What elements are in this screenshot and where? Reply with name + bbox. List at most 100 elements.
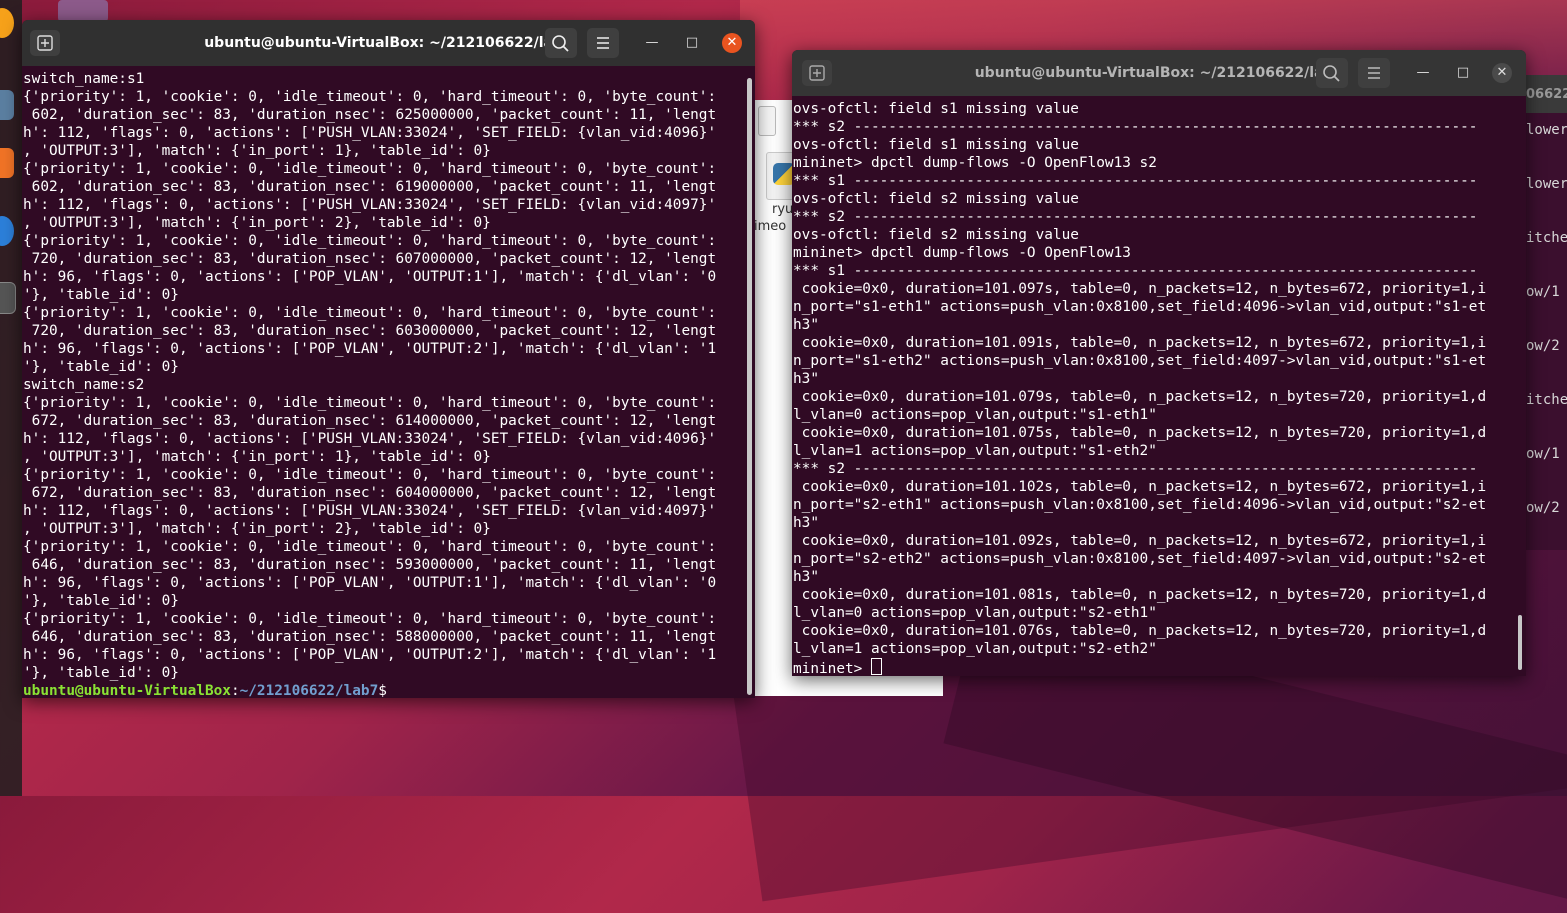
- background-text: itche: [1526, 392, 1567, 408]
- minimize-icon: —: [1416, 65, 1430, 80]
- minimize-button[interactable]: —: [1413, 63, 1433, 83]
- output-line: h': 96, 'flags': 0, 'actions': ['POP_VLA…: [23, 647, 717, 663]
- output-line: *** s2 ---------------------------------…: [793, 209, 1478, 225]
- output-line: 646, 'duration_sec': 83, 'duration_nsec'…: [23, 629, 717, 645]
- file-label[interactable]: imeo: [754, 219, 786, 234]
- scrollbar[interactable]: [747, 78, 752, 695]
- maximize-button[interactable]: □: [1453, 63, 1473, 83]
- output-line: {'priority': 1, 'cookie': 0, 'idle_timeo…: [23, 89, 717, 105]
- output-line: cookie=0x0, duration=101.076s, table=0, …: [793, 623, 1487, 639]
- terminal-output[interactable]: ovs-ofctl: field s1 missing value *** s2…: [792, 96, 1526, 676]
- text-cursor: [870, 658, 882, 675]
- output-line: cookie=0x0, duration=101.091s, table=0, …: [793, 335, 1487, 351]
- search-icon: [552, 35, 569, 52]
- file-label[interactable]: ryu: [772, 202, 793, 217]
- help-icon[interactable]: [0, 216, 14, 246]
- output-line: ovs-ofctl: field s2 missing value: [793, 227, 1079, 243]
- output-line: 672, 'duration_sec': 83, 'duration_nsec'…: [23, 413, 717, 429]
- minimize-button[interactable]: —: [642, 33, 662, 53]
- terminal-text: ovs-ofctl: field s1 missing value *** s2…: [792, 96, 1526, 676]
- output-line: {'priority': 1, 'cookie': 0, 'idle_timeo…: [23, 305, 717, 321]
- output-line: , 'OUTPUT:3'], 'match': {'in_port': 1}, …: [23, 143, 491, 159]
- output-line: {'priority': 1, 'cookie': 0, 'idle_timeo…: [23, 233, 717, 249]
- maximize-button[interactable]: □: [682, 33, 702, 53]
- files-icon[interactable]: [0, 90, 14, 120]
- output-line: ovs-ofctl: field s1 missing value: [793, 101, 1079, 117]
- terminal-text: switch_name:s1 {'priority': 1, 'cookie':…: [22, 66, 755, 698]
- minimize-icon: —: [645, 35, 659, 50]
- background-text: itche: [1526, 230, 1567, 246]
- output-line: l_vlan=1 actions=pop_vlan,output:"s2-eth…: [793, 641, 1157, 657]
- output-line: {'priority': 1, 'cookie': 0, 'idle_timeo…: [23, 611, 717, 627]
- terminal-titlebar[interactable]: ubuntu@ubuntu-VirtualBox: ~/212106622/la…: [22, 20, 755, 66]
- output-line: '}, 'table_id': 0}: [23, 359, 179, 375]
- output-line: {'priority': 1, 'cookie': 0, 'idle_timeo…: [23, 395, 717, 411]
- prompt-user: ubuntu@ubuntu-VirtualBox: [23, 683, 231, 698]
- output-line: '}, 'table_id': 0}: [23, 665, 179, 681]
- output-line: *** s2 ---------------------------------…: [793, 119, 1478, 135]
- output-line: cookie=0x0, duration=101.102s, table=0, …: [793, 479, 1487, 495]
- output-line: {'priority': 1, 'cookie': 0, 'idle_timeo…: [23, 539, 717, 555]
- scrollbar[interactable]: [1518, 615, 1522, 670]
- output-line: l_vlan=0 actions=pop_vlan,output:"s1-eth…: [793, 407, 1157, 423]
- mininet-prompt: mininet>: [793, 661, 871, 676]
- search-button[interactable]: [1316, 58, 1348, 88]
- close-icon: ✕: [1496, 65, 1508, 80]
- prompt-separator: :: [230, 683, 240, 698]
- software-icon[interactable]: [0, 148, 14, 178]
- background-text: ow/2: [1526, 500, 1560, 516]
- output-line: n_port="s1-eth2" actions=push_vlan:0x810…: [793, 353, 1487, 369]
- search-icon: [1323, 65, 1340, 82]
- output-line: , 'OUTPUT:3'], 'match': {'in_port': 1}, …: [23, 449, 491, 465]
- output-line: switch_name:s2: [23, 377, 145, 393]
- close-button[interactable]: ✕: [1492, 63, 1512, 83]
- toolbar-button[interactable]: [758, 106, 776, 136]
- output-line: h': 112, 'flags': 0, 'actions': ['PUSH_V…: [23, 503, 717, 519]
- desktop-folder-icon[interactable]: [58, 0, 108, 22]
- output-line: ovs-ofctl: field s2 missing value: [793, 191, 1079, 207]
- close-button[interactable]: ✕: [722, 33, 742, 53]
- terminal-dock-icon[interactable]: [0, 282, 16, 314]
- menu-button[interactable]: [1358, 58, 1390, 88]
- background-window-title: 06622: [1526, 87, 1567, 102]
- background-text: ow/2: [1526, 338, 1560, 354]
- terminal-titlebar[interactable]: ubuntu@ubuntu-VirtualBox: ~/212106622/la…: [792, 50, 1526, 96]
- terminal-output[interactable]: switch_name:s1 {'priority': 1, 'cookie':…: [22, 66, 755, 698]
- output-line: 602, 'duration_sec': 83, 'duration_nsec'…: [23, 107, 717, 123]
- output-line: , 'OUTPUT:3'], 'match': {'in_port': 2}, …: [23, 215, 491, 231]
- output-line: cookie=0x0, duration=101.075s, table=0, …: [793, 425, 1487, 441]
- maximize-icon: □: [1456, 65, 1470, 80]
- output-line: n_port="s1-eth1" actions=push_vlan:0x810…: [793, 299, 1487, 315]
- output-line: h': 112, 'flags': 0, 'actions': ['PUSH_V…: [23, 431, 717, 447]
- hamburger-menu-icon: [597, 37, 609, 49]
- output-line: h': 112, 'flags': 0, 'actions': ['PUSH_V…: [23, 197, 717, 213]
- output-line: '}, 'table_id': 0}: [23, 593, 179, 609]
- background-text: lower: [1526, 176, 1567, 192]
- output-line: h': 96, 'flags': 0, 'actions': ['POP_VLA…: [23, 341, 717, 357]
- output-line: h': 96, 'flags': 0, 'actions': ['POP_VLA…: [23, 269, 717, 285]
- output-line: 602, 'duration_sec': 83, 'duration_nsec'…: [23, 179, 717, 195]
- firefox-icon[interactable]: [0, 8, 14, 38]
- dock: [0, 0, 22, 796]
- output-line: 720, 'duration_sec': 83, 'duration_nsec'…: [23, 323, 717, 339]
- output-line: h3": [793, 515, 819, 531]
- output-line: l_vlan=0 actions=pop_vlan,output:"s2-eth…: [793, 605, 1157, 621]
- ryu-terminal-window[interactable]: ubuntu@ubuntu-VirtualBox: ~/212106622/la…: [22, 20, 755, 698]
- output-line: '}, 'table_id': 0}: [23, 287, 179, 303]
- output-line: n_port="s2-eth1" actions=push_vlan:0x810…: [793, 497, 1487, 513]
- output-line: h3": [793, 371, 819, 387]
- output-line: ovs-ofctl: field s1 missing value: [793, 137, 1079, 153]
- background-text: ow/1: [1526, 284, 1560, 300]
- prompt-end: $: [378, 683, 387, 698]
- output-line: switch_name:s1: [23, 71, 145, 87]
- output-line: cookie=0x0, duration=101.092s, table=0, …: [793, 533, 1487, 549]
- output-line: , 'OUTPUT:3'], 'match': {'in_port': 2}, …: [23, 521, 491, 537]
- search-button[interactable]: [545, 28, 577, 58]
- output-line: l_vlan=1 actions=pop_vlan,output:"s1-eth…: [793, 443, 1157, 459]
- output-line: cookie=0x0, duration=101.079s, table=0, …: [793, 389, 1487, 405]
- output-line: h': 112, 'flags': 0, 'actions': ['PUSH_V…: [23, 125, 717, 141]
- close-icon: ✕: [726, 35, 738, 50]
- output-line: *** s2 ---------------------------------…: [793, 461, 1478, 477]
- mininet-terminal-window[interactable]: ubuntu@ubuntu-VirtualBox: ~/212106622/la…: [792, 50, 1526, 676]
- menu-button[interactable]: [587, 28, 619, 58]
